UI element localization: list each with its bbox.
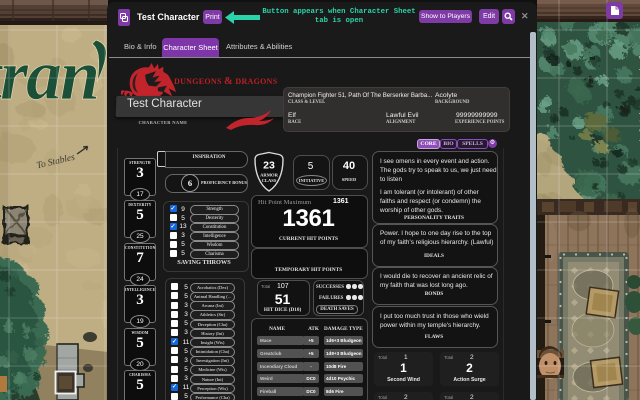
- svg-text:CLASS: CLASS: [262, 178, 277, 183]
- svg-text:ARMOR: ARMOR: [260, 173, 279, 178]
- svg-text:23: 23: [263, 160, 275, 172]
- svg-text:tran: tran: [0, 35, 98, 115]
